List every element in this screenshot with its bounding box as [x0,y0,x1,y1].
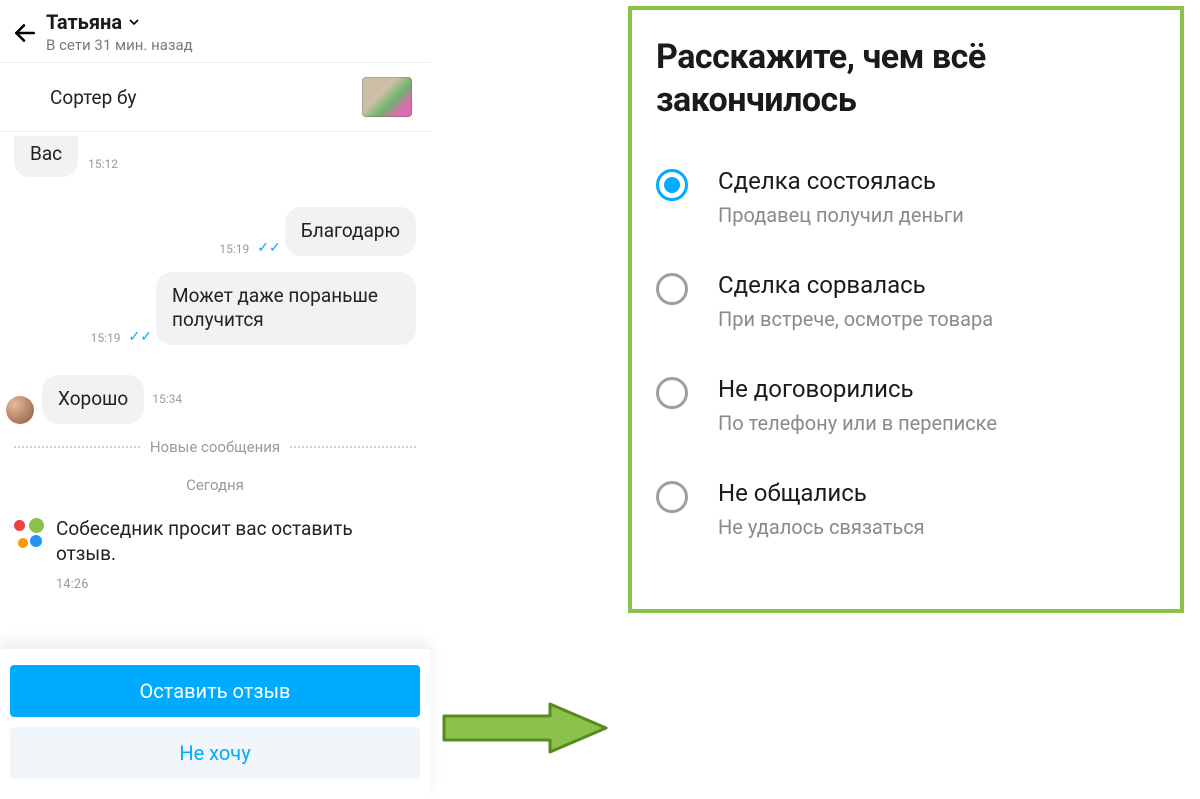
read-checks-icon: ✓✓ [129,329,156,345]
message-out: 15:19 ✓✓ Благодарю [0,203,430,260]
leave-review-button[interactable]: Оставить отзыв [10,665,420,717]
message-time: 15:19 [211,242,257,256]
date-label: Сегодня [0,466,430,512]
system-message-text: Собеседник просит вас оставить отзыв. [56,516,412,567]
option-no-contact[interactable]: Не общались Не удалось связаться [656,479,1146,539]
message-in-clipped: Вас 15:12 [0,132,430,177]
chevron-down-icon [126,14,142,30]
back-arrow-icon[interactable] [8,16,42,50]
contact-name[interactable]: Татьяна [46,10,416,34]
option-no-agreement[interactable]: Не договорились По телефону или в перепи… [656,375,1146,435]
avito-logo-icon [14,518,44,548]
option-subtitle: Продавец получил деньги [718,203,964,227]
divider-label: Новые сообщения [150,438,280,456]
messages-area: Вас 15:12 15:19 ✓✓ Благодарю 15:19 ✓✓ Мо… [0,132,430,649]
chat-panel: Татьяна В сети 31 мин. назад Сортер бу В… [0,0,430,799]
decline-review-button[interactable]: Не хочу [10,727,420,779]
panel-title: Расскажите, чем всё закончилось [656,36,1146,121]
option-title: Сделка сорвалась [718,271,993,299]
message-bubble: Хорошо [42,375,144,424]
contact-avatar[interactable] [6,396,34,424]
annotation-arrow-icon [440,700,610,756]
radio-icon[interactable] [656,481,688,513]
system-message: Собеседник просит вас оставить отзыв. [0,512,430,571]
option-deal-failed[interactable]: Сделка сорвалась При встрече, осмотре то… [656,271,1146,331]
message-in: Хорошо 15:34 [0,371,430,428]
contact-name-text: Татьяна [46,10,122,34]
message-bubble: Благодарю [285,207,416,256]
option-subtitle: При встрече, осмотре товара [718,307,993,331]
option-title: Не общались [718,479,925,507]
new-messages-divider: Новые сообщения [0,428,430,466]
message-bubble: Вас [14,136,78,177]
chat-header: Татьяна В сети 31 мин. назад [0,0,430,63]
listing-thumbnail [362,77,412,117]
message-out: 15:19 ✓✓ Может даже пораньше получится [0,268,430,349]
listing-title: Сортер бу [50,86,136,109]
review-outcome-panel: Расскажите, чем всё закончилось Сделка с… [628,6,1184,613]
system-message-time: 14:26 [0,571,430,592]
option-subtitle: По телефону или в переписке [718,411,997,435]
radio-icon[interactable] [656,169,688,201]
option-title: Сделка состоялась [718,167,964,195]
option-deal-done[interactable]: Сделка состоялась Продавец получил деньг… [656,167,1146,227]
message-time: 15:12 [78,157,118,177]
listing-row[interactable]: Сортер бу [0,63,430,132]
option-title: Не договорились [718,375,997,403]
action-buttons: Оставить отзыв Не хочу [0,649,430,799]
message-time: 15:34 [144,392,190,406]
contact-status: В сети 31 мин. назад [46,36,416,54]
radio-icon[interactable] [656,273,688,305]
message-time: 15:19 [83,331,129,345]
radio-icon[interactable] [656,377,688,409]
option-subtitle: Не удалось связаться [718,515,925,539]
message-bubble: Может даже пораньше получится [156,272,416,345]
read-checks-icon: ✓✓ [257,240,284,256]
